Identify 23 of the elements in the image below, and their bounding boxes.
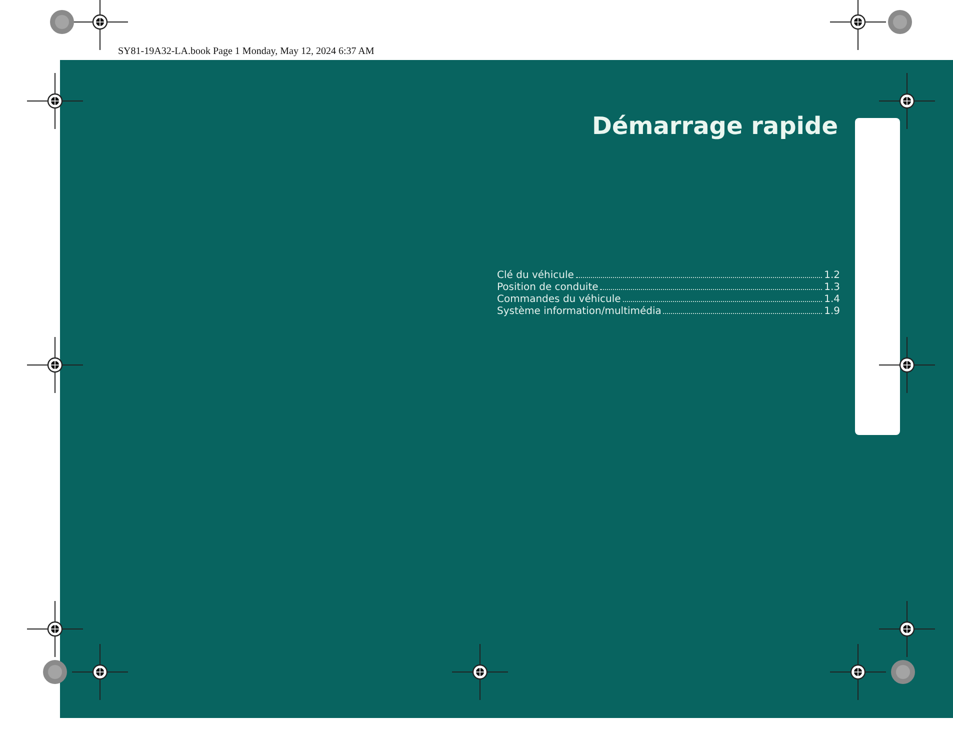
registration-mark-icon bbox=[879, 601, 935, 657]
registration-mark-icon bbox=[72, 644, 128, 700]
registration-mark-icon bbox=[879, 337, 935, 393]
chapter-title: Démarrage rapide bbox=[592, 112, 838, 140]
print-disc-icon bbox=[887, 9, 913, 35]
page-number: 1.9 bbox=[824, 306, 840, 318]
registration-mark-icon bbox=[830, 644, 886, 700]
registration-mark-icon bbox=[27, 73, 83, 129]
page-number: 1.4 bbox=[824, 294, 840, 306]
contents-entry: Clé du véhicule bbox=[497, 270, 574, 282]
print-disc-icon bbox=[42, 659, 68, 685]
contents-entry: Commandes du véhicule bbox=[497, 294, 621, 306]
registration-mark-icon bbox=[27, 601, 83, 657]
print-disc-icon bbox=[890, 659, 916, 685]
contents-entry: Système information/multimédia bbox=[497, 306, 662, 318]
registration-mark-icon bbox=[27, 337, 83, 393]
contents-entry: Position de conduite bbox=[497, 282, 598, 294]
print-disc-icon bbox=[49, 9, 75, 35]
page-number: 1.3 bbox=[824, 282, 840, 294]
page-number: 1.2 bbox=[824, 270, 840, 282]
registration-mark-icon bbox=[879, 73, 935, 129]
registration-mark-icon bbox=[452, 644, 508, 700]
print-header: SY81-19A32-LA.book Page 1 Monday, May 12, 2024 6:37 AM bbox=[118, 46, 374, 58]
